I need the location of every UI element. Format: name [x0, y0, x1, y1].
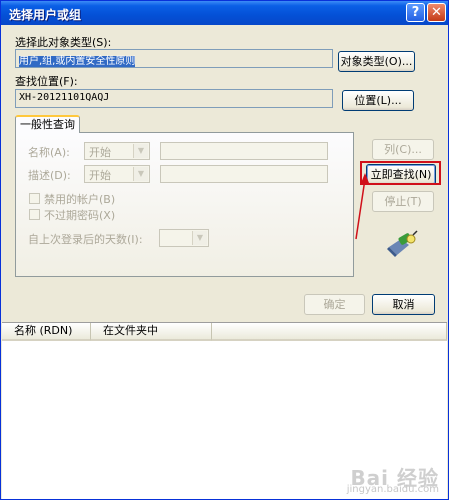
- window-title: 选择用户或组: [9, 8, 82, 22]
- watermark: Bai 经验 jingyan.baidu.com: [346, 466, 439, 496]
- chevron-down-icon: ▼: [133, 144, 148, 158]
- columns-button[interactable]: 列(C)...: [372, 139, 434, 160]
- disabled-accounts-checkbox[interactable]: [29, 193, 40, 204]
- common-queries-panel: 名称(A): 开始 ▼ 描述(D): 开始 ▼ 禁用的帐户(B) 不过期密码(X…: [15, 132, 354, 277]
- search-animation-icon: [387, 230, 418, 257]
- description-mode-value: 开始: [89, 169, 111, 182]
- locations-button[interactable]: 位置(L)...: [342, 90, 414, 111]
- disabled-accounts-label: 禁用的帐户(B): [44, 193, 116, 206]
- ok-button[interactable]: 确定: [304, 294, 365, 315]
- column-header-name[interactable]: 名称 (RDN): [2, 323, 91, 341]
- object-types-button[interactable]: 对象类型(O)...: [338, 51, 415, 72]
- non-expiring-password-checkbox[interactable]: [29, 209, 40, 220]
- column-header-filler: [212, 323, 447, 341]
- watermark-logo: Bai 经验: [350, 466, 439, 490]
- annotation-arrow: [355, 173, 369, 240]
- search-results-list[interactable]: 名称 (RDN) 在文件夹中 Bai 经验 jingyan.baidu.com: [2, 322, 447, 499]
- description-label: 描述(D):: [28, 169, 71, 182]
- title-bar[interactable]: 选择用户或组 ? ✕: [1, 1, 448, 25]
- close-button[interactable]: ✕: [427, 3, 446, 22]
- name-mode-value: 开始: [89, 146, 111, 159]
- non-expiring-password-label: 不过期密码(X): [44, 209, 116, 222]
- column-header-folder[interactable]: 在文件夹中: [91, 323, 212, 341]
- location-field: XH-20121101QAQJ: [15, 89, 333, 108]
- object-type-value: 用户,组,或内置安全性原则: [19, 56, 136, 67]
- help-button[interactable]: ?: [406, 3, 425, 22]
- location-value: XH-20121101QAQJ: [19, 92, 110, 103]
- description-mode-select[interactable]: 开始 ▼: [84, 165, 150, 183]
- tab-common-queries[interactable]: 一般性查询: [15, 115, 80, 133]
- cancel-button[interactable]: 取消: [372, 294, 435, 315]
- stop-button[interactable]: 停止(T): [372, 191, 434, 212]
- location-label: 查找位置(F):: [15, 75, 78, 88]
- days-since-login-label: 自上次登录后的天数(I):: [28, 233, 143, 246]
- object-type-label: 选择此对象类型(S):: [15, 36, 112, 49]
- chevron-down-icon: ▼: [192, 231, 207, 245]
- select-users-dialog: 选择用户或组 ? ✕ 选择此对象类型(S): 用户,组,或内置安全性原则 对象类…: [0, 0, 449, 500]
- name-input[interactable]: [160, 142, 328, 160]
- description-input[interactable]: [160, 165, 328, 183]
- chevron-down-icon: ▼: [133, 167, 148, 181]
- days-since-login-select[interactable]: ▼: [159, 229, 209, 247]
- object-type-field: 用户,组,或内置安全性原则: [15, 49, 333, 68]
- name-mode-select[interactable]: 开始 ▼: [84, 142, 150, 160]
- watermark-url: jingyan.baidu.com: [346, 484, 439, 495]
- name-label: 名称(A):: [28, 146, 70, 159]
